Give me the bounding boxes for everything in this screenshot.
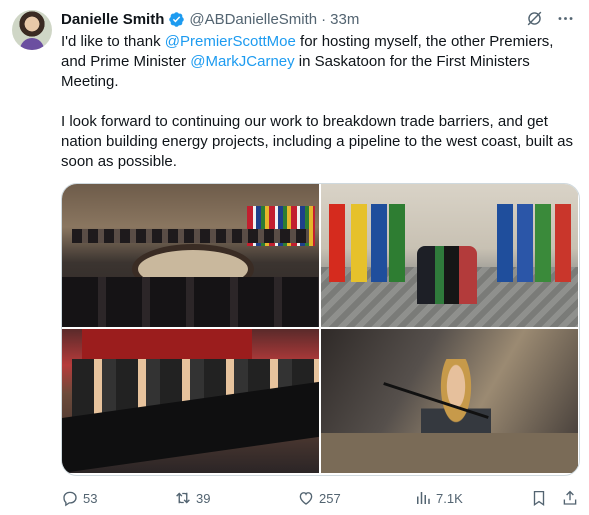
repost-count: 39 — [196, 490, 211, 506]
photo-detail — [329, 204, 345, 282]
verified-badge-icon — [169, 11, 185, 27]
like-button[interactable]: 257 — [297, 486, 341, 510]
header-actions — [525, 9, 575, 28]
like-icon — [299, 492, 313, 505]
photo-meeting-room[interactable] — [62, 184, 319, 327]
tweet-actions: 53 39 257 7.1K — [61, 486, 579, 510]
share-button[interactable] — [561, 486, 579, 510]
mention-premierscottmoe[interactable]: @PremierScottMoe — [165, 33, 296, 50]
tweet-text: I'd like to thank @PremierScottMoe for h… — [61, 32, 581, 172]
photo-delegates-table[interactable] — [62, 329, 319, 473]
author-handle[interactable]: @ABDanielleSmith — [189, 11, 317, 28]
timestamp[interactable]: 33m — [330, 11, 359, 28]
separator: · — [321, 10, 327, 28]
more-icon[interactable] — [556, 9, 575, 28]
views-button[interactable]: 7.1K — [414, 486, 463, 510]
views-icon — [417, 492, 430, 504]
tweet-paragraph-2: I look forward to continuing our work to… — [61, 113, 573, 170]
bookmark-icon — [533, 490, 545, 507]
photo-hallway-flags[interactable] — [321, 184, 578, 327]
mention-markjcarney[interactable]: @MarkJCarney — [190, 53, 294, 70]
photo-detail — [321, 433, 578, 473]
avatar[interactable] — [12, 10, 52, 50]
photo-detail — [555, 204, 571, 282]
repost-icon — [176, 492, 190, 504]
tweet[interactable]: Danielle Smith @ABDanielleSmith · 33m I'… — [0, 0, 589, 515]
bookmark-button[interactable] — [530, 486, 548, 510]
reply-button[interactable]: 53 — [61, 486, 97, 510]
reply-icon — [63, 491, 77, 507]
repost-button[interactable]: 39 — [174, 486, 210, 510]
views-count: 7.1K — [436, 490, 463, 506]
photo-detail — [72, 229, 309, 243]
photo-detail — [535, 204, 551, 282]
media-grid — [61, 183, 580, 476]
photo-detail — [371, 204, 387, 282]
share-icon — [563, 490, 577, 505]
photo-detail — [351, 204, 367, 282]
photo-detail — [417, 246, 477, 304]
like-count: 257 — [319, 490, 341, 506]
photo-detail — [389, 204, 405, 282]
photo-detail — [497, 204, 513, 282]
tweet-paragraph-1: I'd like to thank @PremierScottMoe for h… — [61, 32, 581, 92]
text-segment: I'd like to thank — [61, 33, 165, 50]
grok-icon[interactable] — [525, 9, 544, 28]
photo-detail — [517, 204, 533, 282]
reply-count: 53 — [83, 490, 98, 506]
tweet-header: Danielle Smith @ABDanielleSmith · 33m — [61, 9, 359, 29]
photo-speaker-closeup[interactable] — [321, 329, 578, 473]
author-name[interactable]: Danielle Smith — [61, 11, 164, 28]
photo-detail — [62, 277, 319, 327]
